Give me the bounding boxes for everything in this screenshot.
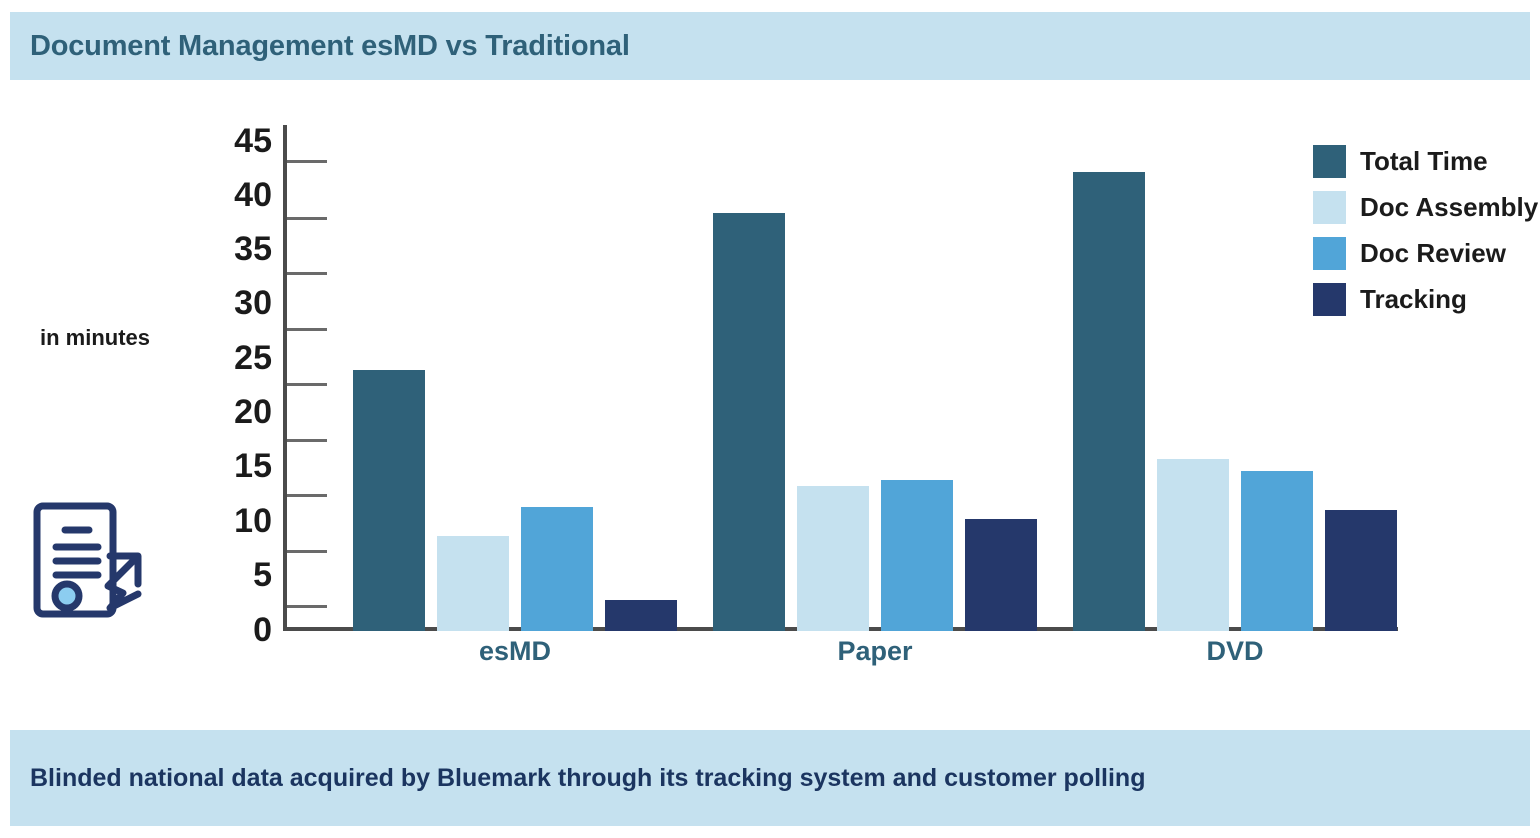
bar <box>1073 172 1145 631</box>
bar <box>521 507 593 631</box>
bar <box>713 212 785 631</box>
footer-note: Blinded national data acquired by Bluema… <box>30 763 1146 792</box>
bar <box>353 370 425 631</box>
y-tick-label: 30 <box>234 284 272 322</box>
bar <box>605 599 677 631</box>
title-band: Document Management esMD vs Traditional <box>10 12 1530 80</box>
x-axis-category-label: DVD <box>1206 636 1264 666</box>
legend-label: Total Time <box>1360 145 1488 176</box>
x-axis-category-label: esMD <box>478 636 552 666</box>
legend-item: Doc Review <box>1313 230 1538 276</box>
legend-swatch-icon <box>1313 144 1346 178</box>
legend-label: Tracking <box>1360 283 1467 314</box>
bar <box>965 519 1037 631</box>
bar-series-layer <box>287 125 1398 631</box>
bar <box>437 536 509 631</box>
y-tick-label: 10 <box>234 502 272 540</box>
document-upload-icon <box>28 498 178 623</box>
bar <box>797 486 869 631</box>
bar <box>1157 459 1229 631</box>
legend-swatch-icon <box>1313 282 1346 316</box>
y-tick-label: 35 <box>234 230 272 268</box>
legend-label: Doc Review <box>1360 237 1506 268</box>
bar <box>881 479 953 631</box>
footer-band: Blinded national data acquired by Bluema… <box>10 730 1530 826</box>
legend-item: Tracking <box>1313 276 1538 322</box>
page-title: Document Management esMD vs Traditional <box>30 29 630 62</box>
y-axis-tick-labels: 45 40 35 30 25 20 15 10 5 0 <box>200 122 272 647</box>
slide-canvas: Document Management esMD vs Traditional … <box>0 0 1540 838</box>
y-tick-label: 5 <box>253 556 272 594</box>
legend-item: Doc Assembly <box>1313 184 1538 230</box>
chart-container: in minutes 45 40 35 30 25 20 15 10 5 0 e… <box>0 80 1540 730</box>
legend-label: Doc Assembly <box>1360 191 1539 222</box>
x-axis-category-label: Paper <box>837 636 913 666</box>
y-tick-label: 45 <box>234 122 272 160</box>
legend-swatch-icon <box>1313 190 1346 224</box>
y-tick-label: 15 <box>234 447 272 485</box>
legend-swatch-icon <box>1313 236 1346 270</box>
y-tick-label: 0 <box>253 611 272 649</box>
y-tick-label: 25 <box>234 339 272 377</box>
y-axis-title: in minutes <box>40 325 151 350</box>
y-tick-label: 20 <box>234 393 272 431</box>
chart-legend: Total Time Doc Assembly Doc Review Tracking <box>1313 138 1538 322</box>
y-tick-label: 40 <box>234 176 272 214</box>
bar <box>1325 510 1397 631</box>
legend-item: Total Time <box>1313 138 1538 184</box>
x-axis-category-labels: esMD Paper DVD <box>287 636 1398 680</box>
bar <box>1241 471 1313 631</box>
